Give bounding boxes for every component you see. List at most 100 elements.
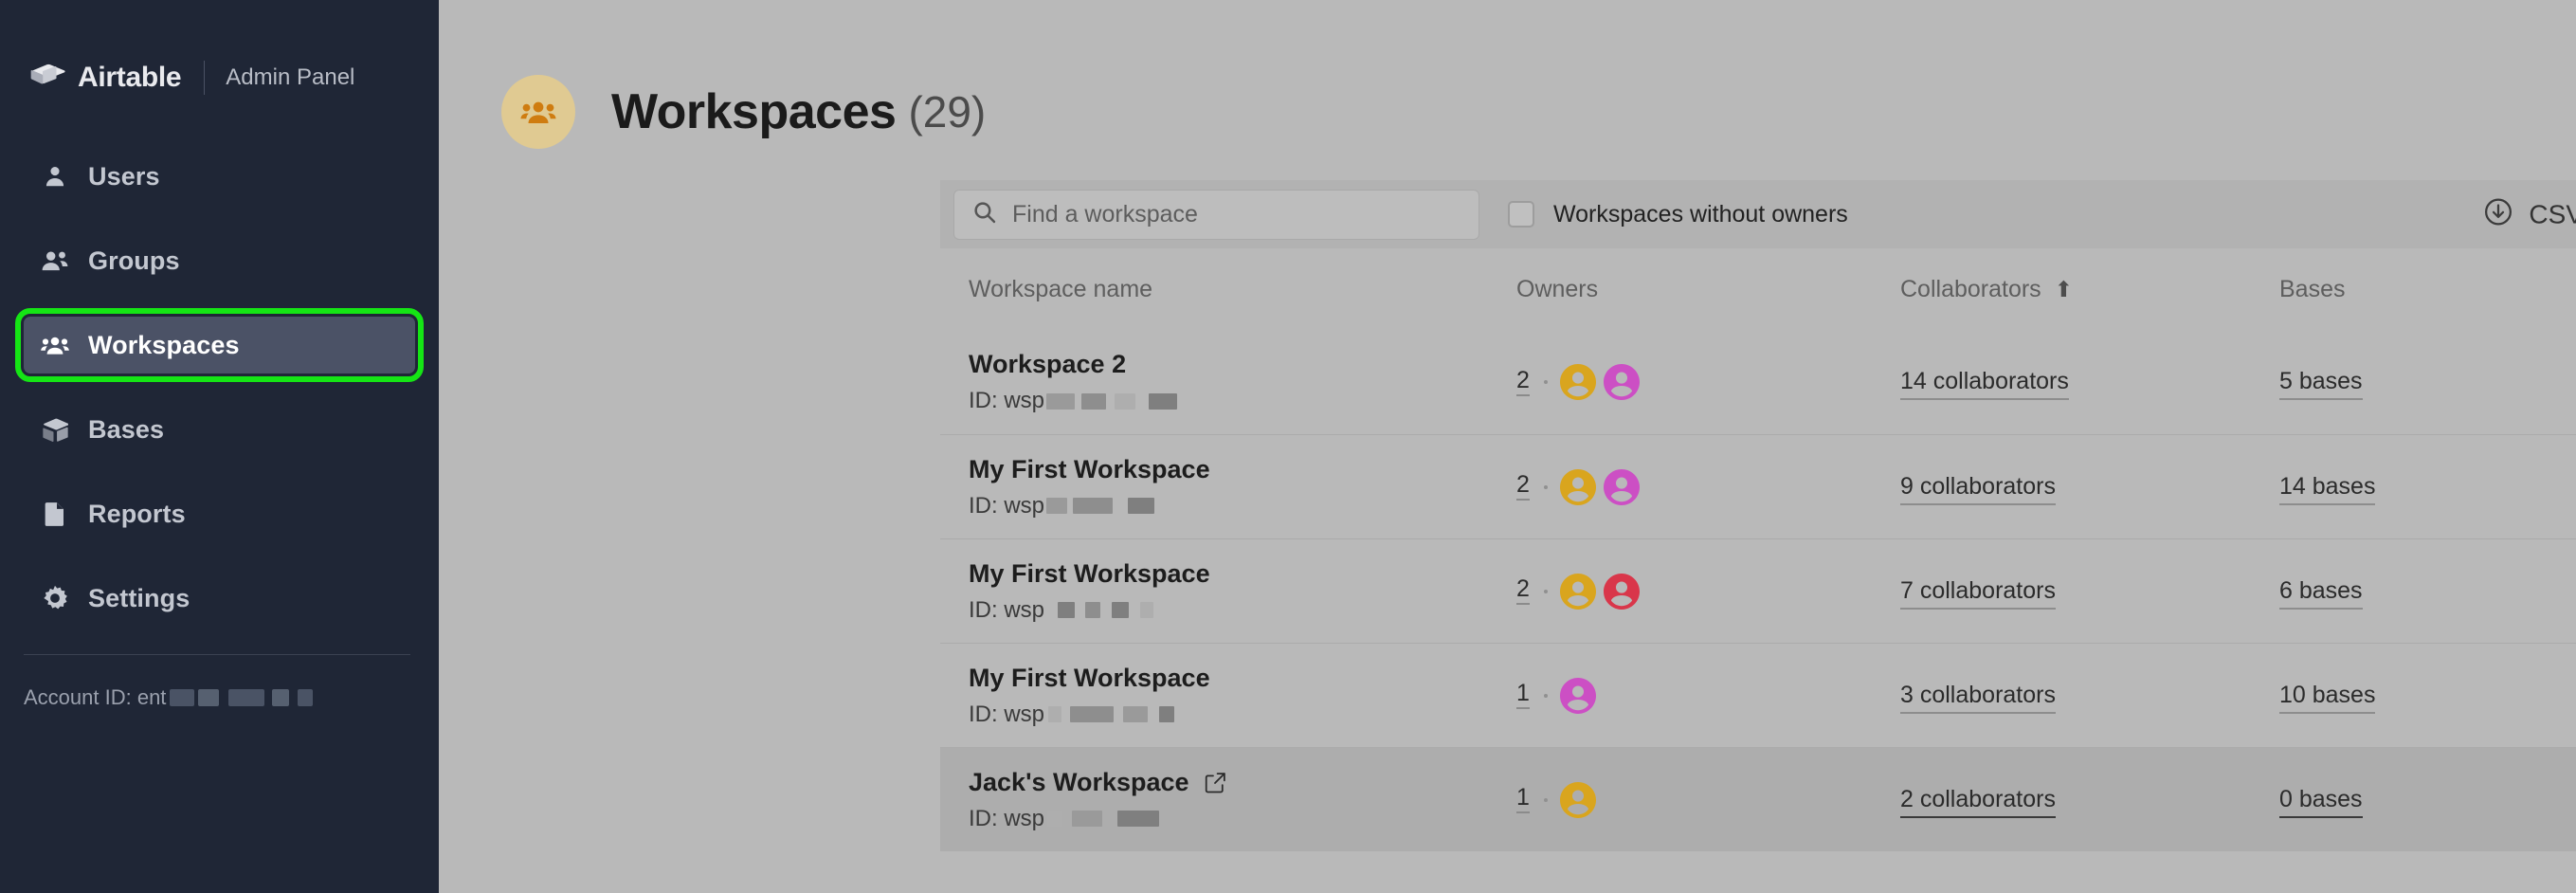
sidebar-item-label: Bases — [88, 414, 165, 444]
redacted-block — [1048, 706, 1062, 722]
search-input[interactable]: Find a workspace — [953, 189, 1479, 240]
avatar[interactable] — [1603, 468, 1640, 505]
workspace-name-cell: Jack's Workspace ID: wsp — [969, 768, 1516, 832]
redacted-block — [1149, 392, 1178, 410]
table-row[interactable]: My First Workspace ID: wsp 2 — [940, 538, 2576, 643]
bases-link[interactable]: 0 bases — [2279, 785, 2363, 818]
workspaces-icon — [41, 331, 69, 359]
column-header-collaborators[interactable]: Collaborators ⬆ — [1900, 276, 2279, 303]
bases-text: 0 bases — [2279, 785, 2363, 818]
bases-link[interactable]: 10 bases — [2279, 681, 2376, 714]
avatar[interactable] — [1559, 573, 1596, 610]
table-header-row: Workspace name Owners Collaborators ⬆ Bas… — [940, 248, 2576, 330]
collaborators-link[interactable]: 9 collaborators — [1900, 472, 2056, 505]
sidebar-item-bases[interactable]: Bases — [24, 401, 415, 458]
redacted-block — [272, 689, 290, 706]
owners-cell: 2 — [1516, 468, 1900, 505]
workspace-id-prefix: ID: wsp — [969, 805, 1045, 831]
collaborators-cell: 7 collaborators — [1900, 576, 2279, 610]
workspace-id: ID: wsp — [969, 597, 1516, 624]
collaborators-cell: 9 collaborators — [1900, 472, 2279, 505]
sort-ascending-icon: ⬆ — [2054, 276, 2073, 301]
main-content: Workspaces (29) Find a workspace Workspa… — [439, 0, 2576, 893]
account-id: Account ID: ent — [0, 655, 439, 710]
workspace-name-cell: Workspace 2 ID: wsp — [969, 350, 1516, 414]
avatar[interactable] — [1559, 677, 1596, 714]
workspace-id: ID: wsp — [969, 493, 1516, 519]
collaborators-text: 2 collaborators — [1900, 785, 2056, 818]
workspace-name-text: Workspace 2 — [969, 350, 1127, 378]
avatar[interactable] — [1559, 364, 1596, 400]
workspace-id-prefix: ID: wsp — [969, 701, 1045, 727]
redacted-block — [1128, 498, 1155, 514]
sidebar-item-label: Reports — [88, 499, 186, 528]
redacted-block — [228, 689, 265, 706]
collaborators-link[interactable]: 2 collaborators — [1900, 785, 2056, 818]
external-link-icon[interactable] — [1204, 771, 1227, 794]
avatar[interactable] — [1559, 781, 1596, 818]
gear-icon — [41, 584, 69, 612]
owner-count[interactable]: 2 — [1516, 473, 1530, 501]
avatar[interactable] — [1603, 364, 1640, 400]
owner-count[interactable]: 1 — [1516, 786, 1530, 813]
redacted-block — [1123, 706, 1149, 722]
sidebar-item-reports[interactable]: Reports — [24, 485, 415, 542]
cube-icon — [41, 415, 69, 444]
collaborators-text: 9 collaborators — [1900, 472, 2056, 505]
workspace-id-prefix: ID: wsp — [969, 388, 1045, 413]
brand-divider — [204, 61, 206, 95]
column-header-workspace-name[interactable]: Workspace name — [969, 276, 1516, 303]
document-icon — [41, 500, 69, 528]
workspace-id-prefix: ID: wsp — [969, 596, 1045, 623]
owner-count[interactable]: 2 — [1516, 368, 1530, 396]
checkbox[interactable] — [1508, 201, 1534, 228]
redacted-block — [1140, 602, 1154, 618]
table-row[interactable]: My First Workspace ID: wsp 1 3 collabora… — [940, 643, 2576, 747]
collaborators-text: 14 collaborators — [1900, 368, 2069, 401]
page-title: Workspaces — [611, 84, 897, 139]
redacted-block — [1085, 602, 1101, 618]
sidebar-item-groups[interactable]: Groups — [24, 232, 415, 289]
bases-cell: 6 bases — [2279, 576, 2576, 610]
workspace-name[interactable]: My First Workspace — [969, 455, 1516, 484]
table-row[interactable]: My First Workspace ID: wsp 2 — [940, 434, 2576, 538]
airtable-logo-icon — [30, 64, 66, 92]
export-csv-button[interactable]: CSV — [2484, 198, 2576, 231]
owner-count[interactable]: 2 — [1516, 577, 1530, 605]
redacted-block — [198, 689, 220, 706]
bases-text: 5 bases — [2279, 368, 2363, 401]
brand-header: Airtable Admin Panel — [0, 0, 439, 106]
sidebar-item-workspaces[interactable]: Workspaces — [15, 308, 424, 382]
account-id-label: Account ID: ent — [24, 685, 167, 709]
collaborators-link[interactable]: 7 collaborators — [1900, 576, 2056, 610]
workspace-id-prefix: ID: wsp — [969, 492, 1045, 519]
bases-link[interactable]: 6 bases — [2279, 576, 2363, 610]
table-row[interactable]: Jack's Workspace ID: wsp 1 2 collaborato… — [940, 747, 2576, 851]
bases-link[interactable]: 14 bases — [2279, 472, 2376, 505]
workspace-name-text: My First Workspace — [969, 558, 1210, 588]
bases-link[interactable]: 5 bases — [2279, 368, 2363, 401]
workspace-id: ID: wsp — [969, 702, 1516, 728]
workspace-name[interactable]: Jack's Workspace — [969, 768, 1516, 797]
column-header-owners[interactable]: Owners — [1516, 276, 1900, 303]
sidebar-item-settings[interactable]: Settings — [24, 570, 415, 627]
redacted-block — [1117, 811, 1160, 827]
admin-panel-app: Airtable Admin Panel Users Groups Worksp… — [0, 0, 2576, 893]
avatar[interactable] — [1603, 573, 1640, 610]
workspace-name[interactable]: Workspace 2 — [969, 350, 1516, 379]
sidebar-nav: Users Groups Workspaces Bases Reports Se… — [0, 148, 439, 627]
sidebar-item-users[interactable]: Users — [24, 148, 415, 205]
table-row[interactable]: Workspace 2 ID: wsp 2 14 collaborators 5… — [940, 330, 2576, 434]
sidebar-item-label: Groups — [88, 246, 180, 275]
collaborators-link[interactable]: 14 collaborators — [1900, 368, 2069, 401]
workspace-name[interactable]: My First Workspace — [969, 559, 1516, 589]
collaborators-cell: 14 collaborators — [1900, 368, 2279, 401]
column-header-bases[interactable]: Bases — [2279, 276, 2576, 303]
collaborators-link[interactable]: 3 collaborators — [1900, 681, 2056, 714]
workspace-count: (29) — [908, 87, 987, 137]
avatar[interactable] — [1559, 468, 1596, 505]
owner-count[interactable]: 1 — [1516, 682, 1530, 709]
workspace-name-text: My First Workspace — [969, 663, 1210, 692]
workspaces-without-owners-filter[interactable]: Workspaces without owners — [1508, 201, 1848, 228]
workspace-name[interactable]: My First Workspace — [969, 664, 1516, 693]
